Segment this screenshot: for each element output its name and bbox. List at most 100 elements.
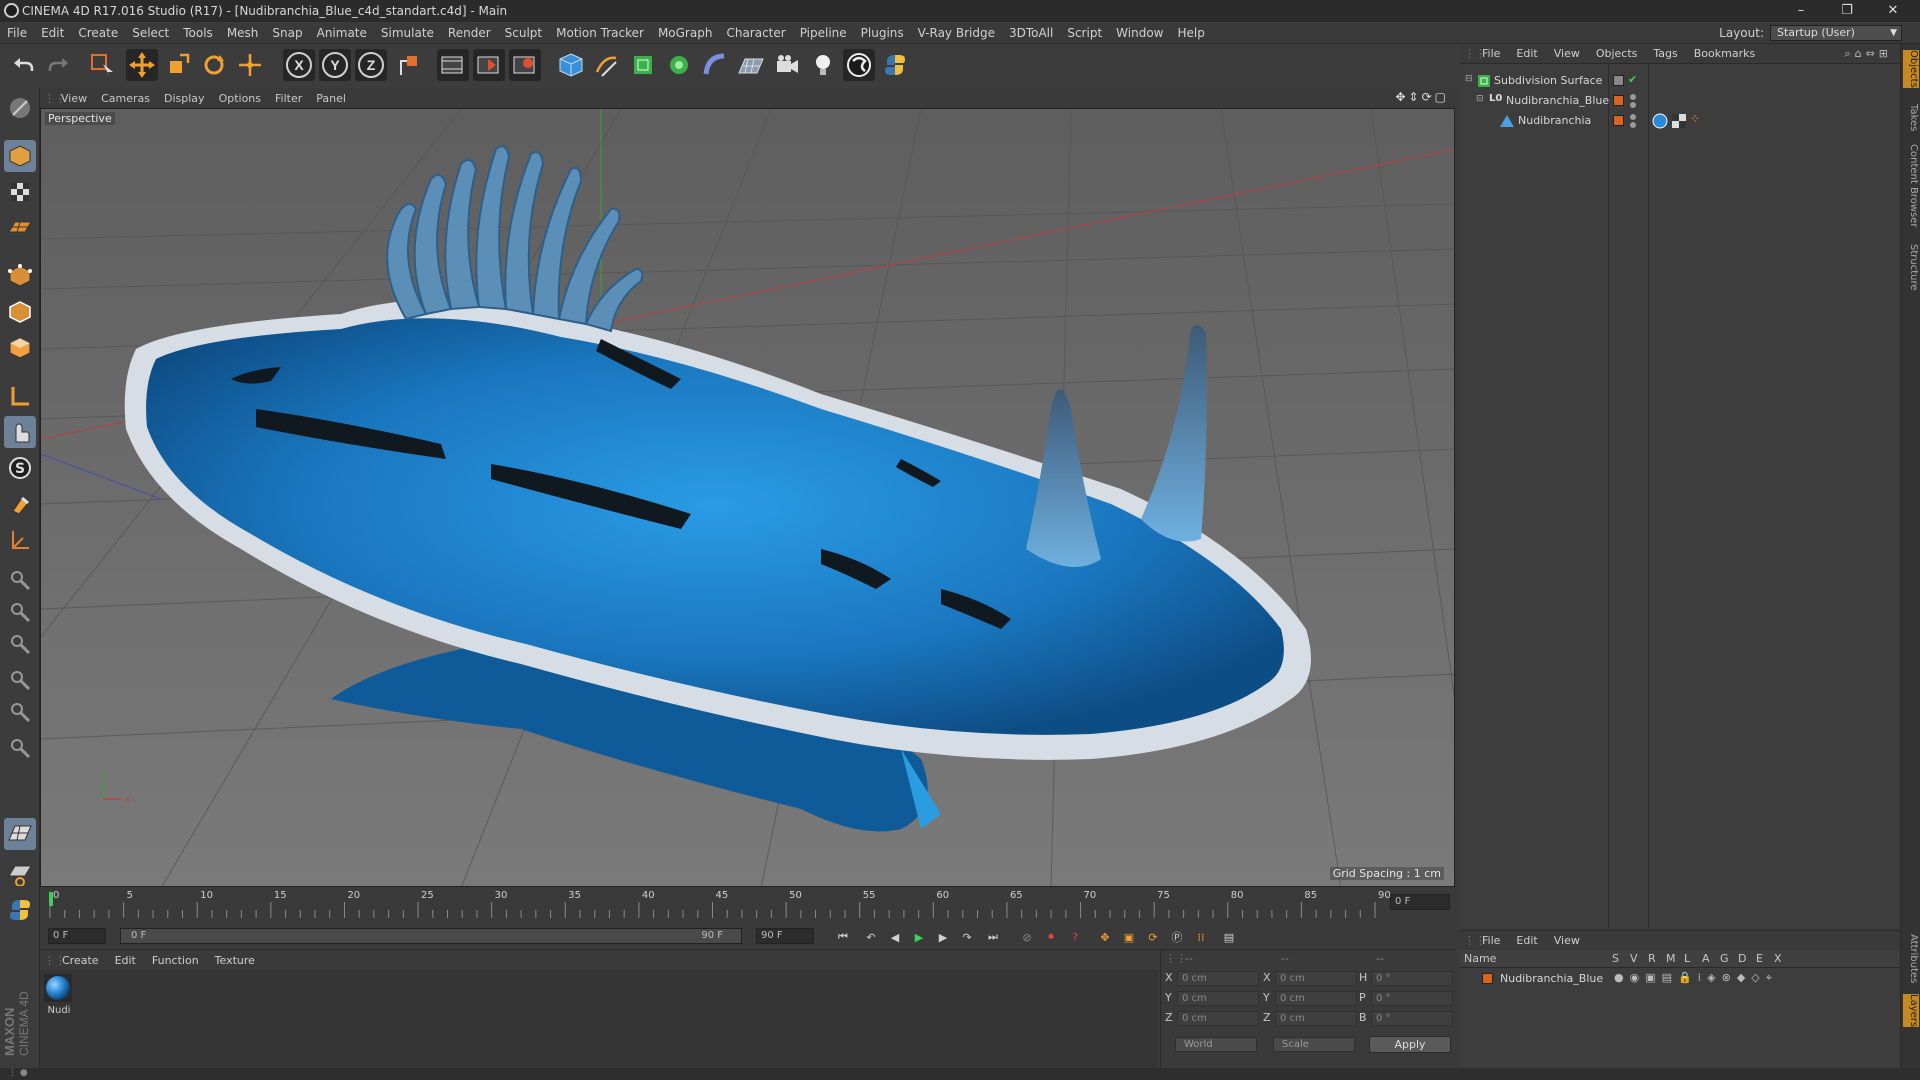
rotation-key-icon[interactable]: ⟳ (1142, 927, 1164, 947)
tab-attributes[interactable]: Attributes (1903, 934, 1919, 983)
layer-col-manager[interactable]: M (1666, 952, 1676, 965)
menu-script[interactable]: Script (1060, 26, 1109, 40)
record-keys-icon[interactable]: ⊘ (1016, 927, 1038, 947)
tab-takes[interactable]: Takes (1903, 104, 1919, 131)
menu-create[interactable]: Create (71, 26, 125, 40)
rotation-p-field[interactable]: 0 ° (1371, 991, 1453, 1006)
brush-flatten-icon[interactable] (4, 696, 36, 728)
lock-grid-icon[interactable] (4, 858, 36, 890)
previous-frame-icon[interactable]: ◀ (884, 927, 906, 947)
workplane-mode-icon[interactable] (4, 212, 36, 244)
rotation-h-field[interactable]: 0 ° (1371, 971, 1453, 986)
point-level-animation-icon[interactable]: ⁞⁞ (1190, 927, 1212, 947)
brush-wax-icon[interactable] (4, 732, 36, 764)
redo-icon[interactable] (42, 49, 74, 81)
phong-tag-icon[interactable]: ⁘ (1690, 112, 1700, 126)
z-axis-toggle[interactable]: Z (355, 49, 387, 81)
visibility-dots-icon[interactable] (1630, 114, 1636, 128)
scale-tool-icon[interactable] (162, 49, 194, 81)
axis-mode-icon[interactable] (4, 380, 36, 412)
menu-pipeline[interactable]: Pipeline (793, 26, 854, 40)
enabled-check-icon[interactable]: ✔ (1628, 73, 1637, 86)
menu-snap[interactable]: Snap (265, 26, 309, 40)
size-x-field[interactable]: 0 cm (1275, 971, 1357, 986)
start-frame-field[interactable]: 0 F (48, 928, 106, 944)
render-settings-icon[interactable] (509, 49, 541, 81)
python-console-icon[interactable] (4, 894, 36, 926)
position-x-field[interactable]: 0 cm (1177, 971, 1259, 986)
layer-col-animation[interactable]: A (1702, 952, 1710, 965)
next-key-icon[interactable]: ↷ (956, 927, 978, 947)
object-menu-file[interactable]: File (1474, 47, 1508, 60)
subdivision-surface-icon[interactable] (627, 49, 659, 81)
collapse-icon[interactable]: ⊟ (1476, 94, 1484, 104)
viewport-nav-icons[interactable]: ✥⇕⟳▢ (1395, 90, 1449, 104)
menu-mesh[interactable]: Mesh (220, 26, 266, 40)
menu-vray-bridge[interactable]: V-Ray Bridge (911, 26, 1002, 40)
transform-tool-icon[interactable] (234, 49, 266, 81)
menu-file[interactable]: File (0, 26, 34, 40)
object-menu-edit[interactable]: Edit (1508, 47, 1545, 60)
parameter-key-icon[interactable]: Ⓟ (1166, 927, 1188, 947)
tab-structure[interactable]: Structure (1903, 244, 1919, 291)
layer-col-name[interactable]: Name (1464, 952, 1496, 965)
scale-key-icon[interactable]: ▣ (1118, 927, 1140, 947)
object-row-nudibranchia-blue[interactable]: ⊟ L0 Nudibranchia_Blue (1460, 92, 1900, 112)
render-view-icon[interactable] (437, 49, 469, 81)
object-menu-objects[interactable]: Objects (1588, 47, 1646, 60)
undo-icon[interactable] (8, 49, 40, 81)
edges-mode-icon[interactable] (4, 296, 36, 328)
layer-row[interactable]: Nudibranchia_Blue ●◉▣▤🔒⁞◈⊗◆◇⌖ (1460, 970, 1900, 990)
timeline-ruler[interactable]: 0 5 10 15 20 25 30 35 40 45 50 55 60 65 70 75 80 85 90 0 F (40, 888, 1455, 922)
menu-3dtoall[interactable]: 3DToAll (1002, 26, 1060, 40)
menu-sculpt[interactable]: Sculpt (498, 26, 549, 40)
frame-range-slider[interactable]: 0 F 90 F (120, 928, 742, 944)
position-z-field[interactable]: 0 cm (1177, 1011, 1259, 1026)
magnet-tool-icon[interactable] (4, 488, 36, 520)
material-menu-function[interactable]: Function (144, 954, 207, 967)
timeline-window-icon[interactable]: ▤ (1218, 927, 1240, 947)
menu-motion-tracker[interactable]: Motion Tracker (549, 26, 651, 40)
menu-tools[interactable]: Tools (176, 26, 220, 40)
apply-button[interactable]: Apply (1369, 1036, 1451, 1053)
material-tag-icon[interactable] (1652, 113, 1668, 129)
deformer-icon[interactable] (699, 49, 731, 81)
make-editable-icon[interactable] (4, 92, 36, 124)
go-to-end-icon[interactable]: ⏭ (982, 927, 1004, 947)
viewport-menu-cameras[interactable]: Cameras (94, 92, 157, 105)
model-mode-icon[interactable] (4, 140, 36, 172)
position-key-icon[interactable]: ✥ (1094, 927, 1116, 947)
menu-edit[interactable]: Edit (34, 26, 71, 40)
python-script-icon[interactable] (879, 49, 911, 81)
position-y-field[interactable]: 0 cm (1177, 991, 1259, 1006)
close-button[interactable]: ✕ (1870, 0, 1916, 22)
layer-menu-edit[interactable]: Edit (1508, 934, 1545, 947)
camera-icon[interactable] (771, 49, 803, 81)
object-manager-search-icon[interactable]: ⌕⌂⇔⊞ (1844, 47, 1892, 61)
brush-grab-icon[interactable] (4, 564, 36, 596)
x-axis-toggle[interactable]: X (283, 49, 315, 81)
coordinate-space-dropdown[interactable]: World (1175, 1037, 1257, 1052)
material-item[interactable]: Nudi (44, 974, 74, 1022)
live-selection-icon[interactable] (86, 49, 118, 81)
move-tool-icon[interactable] (126, 49, 158, 81)
layer-color-swatch[interactable] (1613, 115, 1624, 126)
menu-animate[interactable]: Animate (310, 26, 374, 40)
menu-simulate[interactable]: Simulate (374, 26, 441, 40)
viewport-menu-panel[interactable]: Panel (309, 92, 353, 105)
brush-inflate-icon[interactable] (4, 664, 36, 696)
tab-objects[interactable]: Objects (1903, 50, 1919, 88)
layer-color-swatch[interactable] (1613, 95, 1624, 106)
end-frame-field[interactable]: 90 F (756, 928, 814, 944)
collapse-icon[interactable]: ⊟ (1465, 74, 1473, 84)
keyframe-selection-icon[interactable]: ? (1064, 927, 1086, 947)
layer-color-swatch[interactable] (1482, 973, 1493, 984)
maximize-button[interactable]: ❐ (1824, 0, 1870, 22)
layer-col-locked[interactable]: L (1684, 952, 1690, 965)
minimize-button[interactable]: – (1778, 0, 1824, 22)
menu-window[interactable]: Window (1109, 26, 1170, 40)
layer-col-expressions[interactable]: E (1756, 952, 1763, 965)
tab-layers[interactable]: Layers (1903, 994, 1919, 1028)
pen-spline-icon[interactable] (591, 49, 623, 81)
menu-render[interactable]: Render (441, 26, 498, 40)
